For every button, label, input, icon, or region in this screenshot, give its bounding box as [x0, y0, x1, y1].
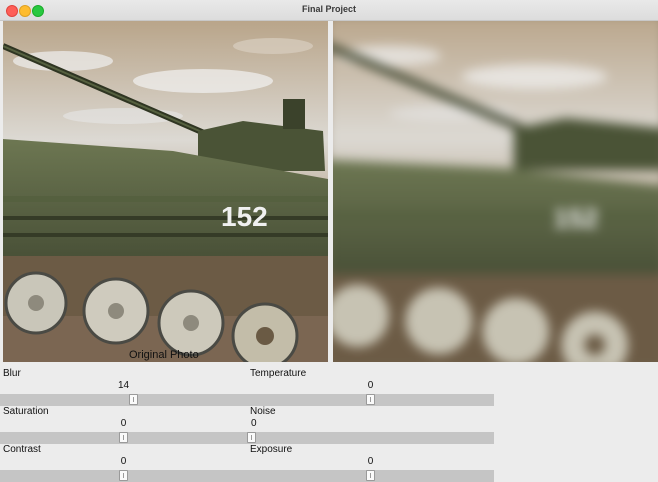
- original-photo-panel: 152 Original Photo: [3, 21, 328, 362]
- original-photo-image: 152: [3, 21, 328, 362]
- contrast-value: 0: [120, 456, 127, 467]
- saturation-slider-thumb[interactable]: [119, 432, 128, 443]
- saturation-label: Saturation: [3, 406, 49, 417]
- blur-slider-thumb[interactable]: [129, 394, 138, 405]
- noise-value: 0: [251, 418, 257, 429]
- temperature-slider-thumb[interactable]: [366, 394, 375, 405]
- noise-slider-thumb[interactable]: [247, 432, 256, 443]
- temperature-value: 0: [367, 380, 374, 391]
- contrast-slider-thumb[interactable]: [119, 470, 128, 481]
- exposure-slider-thumb[interactable]: [366, 470, 375, 481]
- saturation-value: 0: [120, 418, 127, 429]
- processed-photo-panel: 152: [333, 21, 658, 362]
- exposure-label: Exposure: [250, 444, 293, 455]
- original-photo-caption: Original Photo: [129, 349, 199, 361]
- blur-slider-track[interactable]: [0, 394, 247, 406]
- hull-number-text-blurred: 152: [553, 203, 598, 233]
- window-title: Final Project: [301, 4, 356, 14]
- blur-value: 14: [117, 380, 130, 391]
- processed-photo-image: 152: [333, 21, 658, 362]
- noise-label: Noise: [250, 406, 276, 417]
- title-bar[interactable]: Final Project: [0, 0, 658, 21]
- contrast-label: Contrast: [3, 444, 41, 455]
- hull-number-text: 152: [221, 201, 268, 232]
- noise-slider-track[interactable]: [247, 432, 494, 444]
- temperature-label: Temperature: [250, 368, 307, 379]
- exposure-value: 0: [367, 456, 374, 467]
- blur-label: Blur: [3, 368, 21, 379]
